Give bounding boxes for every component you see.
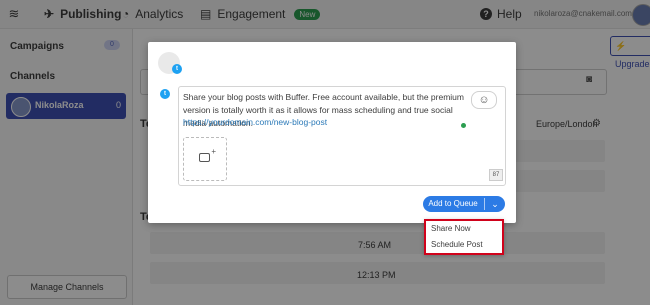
add-to-queue-label: Add to Queue [428,199,478,208]
chevron-down-icon[interactable]: ⌄ [485,196,505,212]
queue-options-dropdown: Share Now Schedule Post [424,219,504,255]
add-image-icon [199,147,216,162]
emoji-icon[interactable]: ☺ [471,91,497,109]
post-link[interactable]: https://yourdomain.com/new-blog-post [183,117,327,127]
composer-modal: t t Share your blog posts with Buffer. F… [148,42,516,223]
share-now-option[interactable]: Share Now [431,224,471,233]
add-to-queue-button[interactable]: Add to Queue ⌄ [423,196,505,212]
character-counter: 87 [489,169,503,181]
add-image-dropzone[interactable] [183,137,227,181]
twitter-icon: t [160,89,170,99]
status-dot [461,123,466,128]
schedule-post-option[interactable]: Schedule Post [431,240,483,249]
post-editor[interactable]: Share your blog posts with Buffer. Free … [178,86,506,186]
twitter-icon: t [172,64,182,74]
